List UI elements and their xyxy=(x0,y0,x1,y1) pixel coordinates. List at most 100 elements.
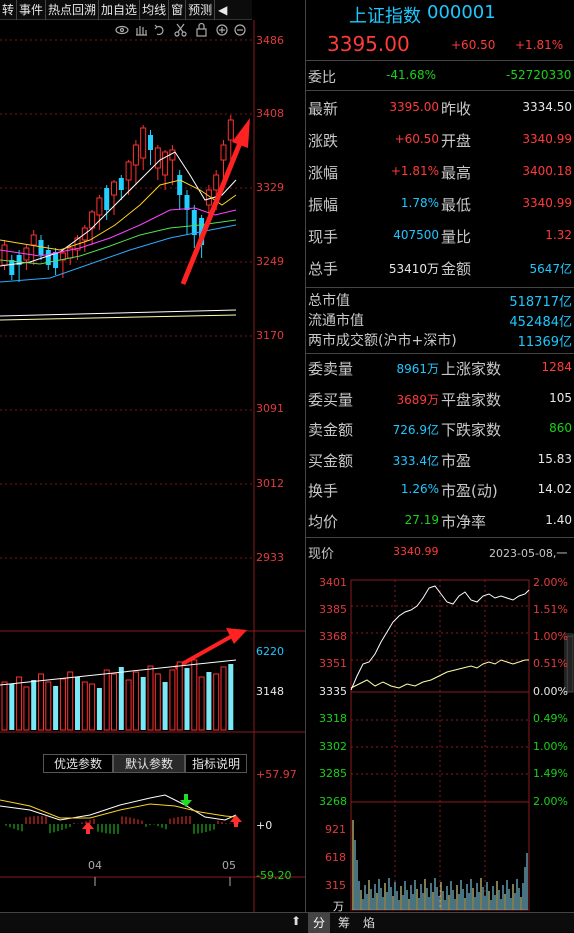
intraday-y-label: 3285 xyxy=(319,767,347,780)
order-value: 15.83 xyxy=(537,451,572,466)
toolbar-item-forecast[interactable]: 预测 xyxy=(186,0,216,20)
volume-bar xyxy=(118,667,124,730)
intraday-pct-label: 1.00% xyxy=(533,630,568,643)
order-label: 市盈(动) xyxy=(441,482,498,500)
intraday-pct-label: 0.51% xyxy=(533,657,568,670)
candle xyxy=(227,119,234,141)
candle xyxy=(184,195,190,210)
toolbar-item-add-watch[interactable]: 加自选 xyxy=(99,0,141,20)
volume-bar xyxy=(38,673,44,731)
candle xyxy=(191,210,197,235)
toolbar-item-hotspot[interactable]: 热点回溯 xyxy=(46,0,100,20)
volume-bar xyxy=(220,666,227,731)
chart-toolbar: 转 事件 热点回溯 加自选 均线 窗 预测 ◀ xyxy=(0,0,252,20)
order-value: 860 xyxy=(549,421,572,435)
eye-icon[interactable] xyxy=(115,25,129,35)
zoom-in-icon[interactable] xyxy=(216,24,228,36)
volume-bar xyxy=(191,659,198,731)
stat-label: 涨幅 xyxy=(308,164,339,182)
macd-label: +0 xyxy=(256,819,273,832)
default-params-button[interactable]: 默认参数 xyxy=(113,754,185,773)
x-label: 05 xyxy=(222,859,236,872)
volume-bar xyxy=(75,677,80,730)
intraday-pct-label: 1.49% xyxy=(533,767,568,780)
optimize-params-button[interactable]: 优选参数 xyxy=(43,754,113,773)
tab-flame[interactable]: 焰 xyxy=(358,913,380,933)
volume-bar xyxy=(162,682,168,730)
intraday-vol-label: 315 xyxy=(325,879,346,892)
volume-bar xyxy=(176,661,183,731)
intraday-pct-label: 2.00% xyxy=(533,795,568,808)
candle xyxy=(162,151,169,176)
zoom-out-icon[interactable] xyxy=(234,24,246,36)
indicator-help-button[interactable]: 指标说明 xyxy=(185,754,247,773)
order-value: 3689万 xyxy=(396,392,439,407)
kline-y-axis: 3486 3408 3329 3249 3170 3091 3012 2933 … xyxy=(254,20,304,882)
y-label: 2933 xyxy=(256,551,284,564)
volume-bar xyxy=(9,684,15,730)
order-value: 333.4亿 xyxy=(392,453,439,468)
volume-bar xyxy=(184,668,190,730)
scissors-icon[interactable] xyxy=(174,23,187,37)
volume-bar xyxy=(154,673,161,731)
volume-bar xyxy=(103,669,110,731)
candle xyxy=(9,260,15,275)
volume-bar xyxy=(45,681,52,731)
order-label: 委买量 xyxy=(308,390,354,409)
intraday-pct-label: 1.51% xyxy=(533,603,568,616)
order-value: 14.02 xyxy=(537,482,572,496)
index-name: 上证指数 xyxy=(349,6,421,27)
intraday-y-label: 3318 xyxy=(319,712,347,725)
stat-value: 3395.00 xyxy=(389,100,439,114)
y-label: 3486 xyxy=(256,34,284,47)
order-value: 105 xyxy=(549,390,572,405)
index-price: 3395.00 xyxy=(327,32,410,56)
candle xyxy=(1,244,8,266)
stat-value: 53410万 xyxy=(388,262,439,276)
volume-bar xyxy=(147,665,154,731)
stat-value: 1.78% xyxy=(400,196,439,210)
macd-label: +57.97 xyxy=(256,768,297,781)
intraday-vol-label: 921 xyxy=(325,823,346,836)
volume-bar xyxy=(198,676,205,731)
market-label: 总市值 xyxy=(308,293,350,309)
market-label: 两市成交额(沪市+深市) xyxy=(308,333,457,349)
y-label: 3091 xyxy=(256,402,284,415)
intraday-y-label: 3401 xyxy=(319,576,347,589)
volume-bar xyxy=(67,671,74,731)
toolbar-item-zhuan[interactable]: 转 xyxy=(0,0,18,20)
order-label: 委卖量 xyxy=(308,360,354,378)
stat-value: 3340.99 xyxy=(522,132,572,146)
candle xyxy=(213,174,220,191)
toolbar-item-window[interactable]: 窗 xyxy=(169,0,187,20)
current-price-value: 3340.99 xyxy=(393,545,439,558)
tab-fenshi[interactable]: 分 xyxy=(308,913,330,933)
candle xyxy=(169,149,176,161)
y-label: 3012 xyxy=(256,477,284,490)
lock-icon[interactable] xyxy=(196,22,207,37)
stat-value: 1.32 xyxy=(545,228,572,242)
volume-bar xyxy=(89,683,96,731)
order-label: 市盈 xyxy=(441,451,472,470)
collapse-icon[interactable]: ◀ xyxy=(215,0,230,20)
macd-label: -59.20 xyxy=(256,869,292,882)
buy-arrow-icon xyxy=(82,822,94,834)
order-label: 均价 xyxy=(308,512,339,531)
tab-chip[interactable]: 筹 xyxy=(333,913,355,933)
toolbar-item-events[interactable]: 事件 xyxy=(17,0,47,20)
stat-label: 总手 xyxy=(308,260,339,278)
volume-bar xyxy=(16,676,23,731)
weibi-diff: -52720330 xyxy=(506,68,572,82)
market-value: 452484亿 xyxy=(509,315,572,330)
market-value: 11369亿 xyxy=(517,335,572,350)
y-label: 3329 xyxy=(256,181,284,194)
undo-icon[interactable] xyxy=(154,24,164,36)
volume-bar xyxy=(81,681,88,731)
candle xyxy=(154,147,161,169)
stat-value: 5647亿 xyxy=(529,262,572,276)
toolbar-item-ma[interactable]: 均线 xyxy=(140,0,170,20)
up-arrow-icon[interactable]: ⬆ xyxy=(286,914,306,932)
hand-icon[interactable] xyxy=(136,26,147,36)
volume-bar xyxy=(96,688,102,730)
volume-bar xyxy=(1,681,8,731)
